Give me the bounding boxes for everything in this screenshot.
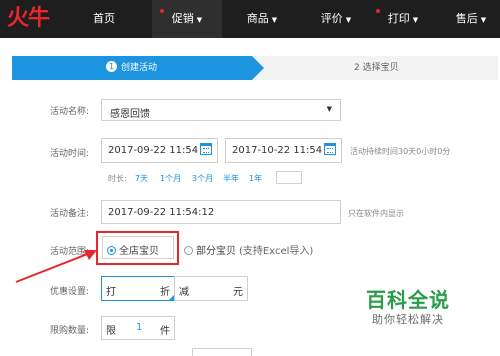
watermark-title: 百科全说: [366, 288, 450, 312]
watermark-subtitle: 助你轻松解决: [372, 313, 444, 326]
